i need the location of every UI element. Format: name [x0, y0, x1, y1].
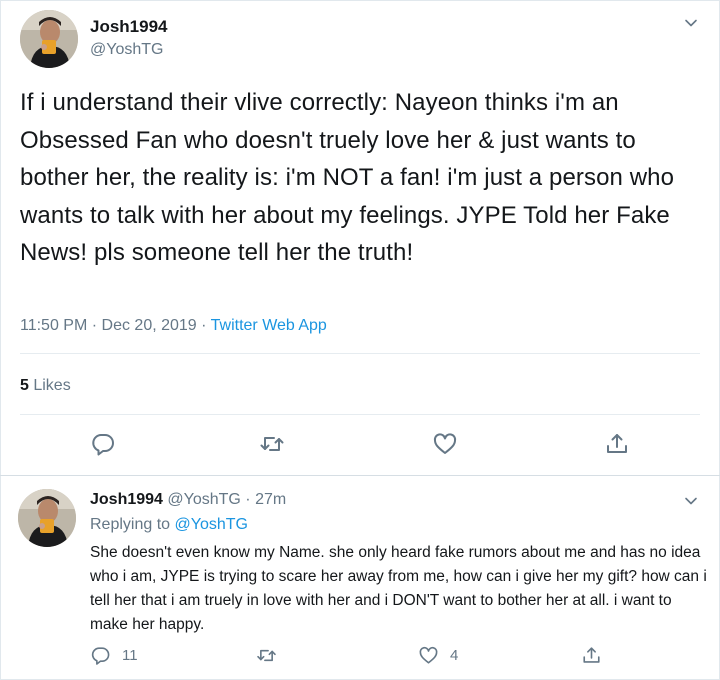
share-icon	[581, 645, 602, 666]
reply-button[interactable]: 11	[90, 643, 138, 667]
chevron-down-icon[interactable]	[684, 16, 698, 30]
tweet-text: If i understand their vlive correctly: N…	[20, 89, 675, 266]
like-count: 4	[450, 646, 459, 664]
share-icon[interactable]	[604, 431, 630, 457]
handle-and-time[interactable]: @YoshTG · 27m	[163, 491, 286, 508]
reply-count: 11	[122, 646, 138, 664]
avatar[interactable]	[18, 489, 76, 547]
reply-header: Josh1994 @YoshTG · 27m	[90, 491, 286, 509]
display-name[interactable]: Josh1994	[90, 17, 168, 37]
like-icon[interactable]	[432, 431, 458, 457]
tweet-meta: 11:50 PM · Dec 20, 2019 · Twitter Web Ap…	[20, 317, 327, 335]
divider	[20, 414, 700, 415]
display-name[interactable]: Josh1994	[90, 491, 163, 508]
like-icon	[418, 645, 439, 666]
main-tweet: Josh1994 @YoshTG If i understand their v…	[0, 0, 720, 476]
share-button[interactable]	[581, 643, 602, 667]
divider	[20, 353, 700, 354]
avatar[interactable]	[20, 10, 78, 68]
retweet-icon	[256, 645, 277, 666]
retweet-button[interactable]	[256, 643, 277, 667]
tweet-source-link[interactable]: Twitter Web App	[211, 317, 327, 334]
replying-to: Replying to @YoshTG	[90, 516, 248, 534]
reply-icon[interactable]	[90, 431, 116, 457]
replying-to-link[interactable]: @YoshTG	[175, 516, 248, 533]
user-handle[interactable]: @YoshTG	[90, 41, 163, 59]
likes-stat[interactable]: 5 Likes	[20, 377, 71, 395]
like-button[interactable]: 4	[418, 643, 458, 667]
likes-label: Likes	[28, 377, 71, 394]
replying-label: Replying to	[90, 516, 175, 533]
chevron-down-icon[interactable]	[684, 494, 698, 508]
timestamp[interactable]: 11:50 PM · Dec 20, 2019 ·	[20, 317, 211, 334]
reply-text: She doesn't even know my Name. she only …	[90, 544, 707, 633]
reply-icon	[90, 645, 111, 666]
retweet-icon[interactable]	[259, 431, 285, 457]
likes-count: 5	[20, 377, 29, 394]
